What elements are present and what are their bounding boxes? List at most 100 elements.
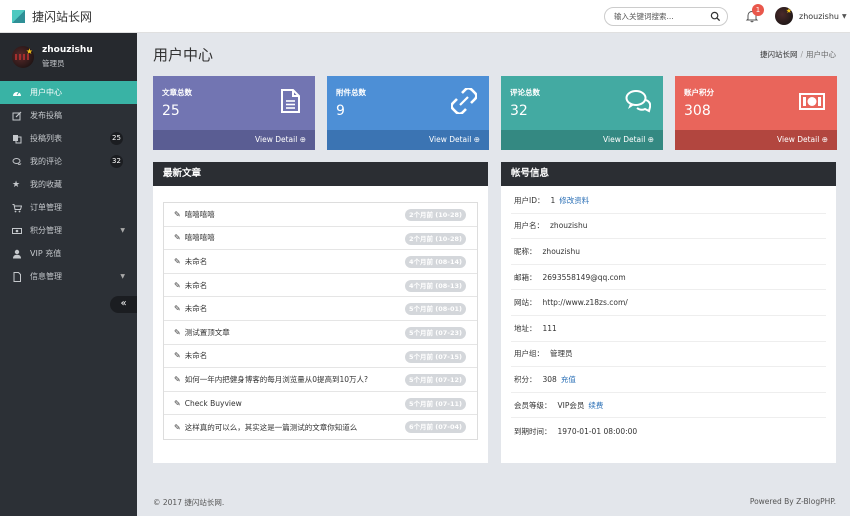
list-item[interactable]: ✎ Check Buyview 5个月前 (07-11) xyxy=(164,392,477,416)
pencil-icon: ✎ xyxy=(174,327,181,337)
article-title[interactable]: 未命名 xyxy=(185,256,208,267)
list-item[interactable]: ✎ 未命名 4个月前 (08-14) xyxy=(164,250,477,274)
view-detail-link[interactable]: View Detail ⊕ xyxy=(327,130,489,150)
info-key: 用户组： xyxy=(514,349,544,359)
list-item[interactable]: ✎ 这样真的可以么，其实这是一篇测试的文章你知道么 6个月前 (07-04) xyxy=(164,415,477,439)
caret-down-icon: ▼ xyxy=(120,227,125,234)
info-row-email: 邮箱： 2693558149@qq.com xyxy=(511,265,826,291)
file-text-icon xyxy=(281,89,300,113)
breadcrumb-separator: / xyxy=(800,50,803,59)
latest-articles-panel: 最新文章 ✎ 嘻嘻嘻嘻 2个月前 (10-28) ✎ 嘻嘻嘻嘻 2个月前 (10-28)… xyxy=(153,162,488,463)
article-date-badge: 4个月前 (08-14) xyxy=(404,256,466,269)
account-info-panel: 帐号信息 用户ID： 1 修改资料 用户名： zhouzishu 昵称： zhouzis… xyxy=(501,162,836,463)
brand[interactable]: 捷闪站长网 xyxy=(0,8,137,25)
pencil-icon: ✎ xyxy=(174,304,181,314)
comment-count-badge: 32 xyxy=(110,155,123,168)
info-value: 管理员 xyxy=(550,349,573,359)
article-date-badge: 5个月前 (07-11) xyxy=(404,397,466,410)
profile-name: zhouzishu xyxy=(42,45,93,55)
info-row-points: 积分： 308 充值 xyxy=(511,367,826,393)
list-item[interactable]: ✎ 未命名 5个月前 (08-01) xyxy=(164,297,477,321)
pencil-icon: ✎ xyxy=(174,233,181,243)
article-title[interactable]: 这样真的可以么，其实这是一篇测试的文章你知道么 xyxy=(185,422,358,433)
info-row-expiry: 到期时间： 1970-01-01 08:00:00 xyxy=(511,418,826,444)
profile-avatar xyxy=(12,46,34,68)
article-title[interactable]: 嘻嘻嘻嘻 xyxy=(185,232,215,243)
star-icon: ★ xyxy=(12,179,21,190)
recharge-link[interactable]: 充值 xyxy=(561,374,576,385)
search-box xyxy=(604,7,728,26)
article-title[interactable]: 嘻嘻嘻嘻 xyxy=(185,209,215,220)
info-key: 会员等级： xyxy=(514,400,552,410)
sidebar-item-label: 我的评论 xyxy=(30,157,62,166)
sidebar-item-submit-post[interactable]: 发布投稿 xyxy=(0,104,137,127)
info-row-member-level: 会员等级： VIP会员 续费 xyxy=(511,393,826,419)
user-menu-name: zhouzishu xyxy=(799,11,839,21)
top-navbar: 捷闪站长网 1 zhouzishu ▼ xyxy=(0,0,850,33)
edit-icon xyxy=(12,111,22,120)
view-detail-link[interactable]: View Detail ⊕ xyxy=(501,130,663,150)
panel-title: 帐号信息 xyxy=(501,162,836,186)
article-date-badge: 5个月前 (08-01) xyxy=(404,303,466,316)
pencil-icon: ✎ xyxy=(174,209,181,219)
brand-name: 捷闪站长网 xyxy=(32,9,93,24)
info-value: 308 xyxy=(542,374,557,384)
sidebar-item-label: VIP 充值 xyxy=(30,249,62,258)
sidebar-item-label: 积分管理 xyxy=(30,226,62,235)
pencil-icon: ✎ xyxy=(174,256,181,266)
article-title[interactable]: 如何一年内把健身博客的每月浏览量从0提高到10万人? xyxy=(185,374,368,385)
list-item[interactable]: ✎ 嘻嘻嘻嘻 2个月前 (10-28) xyxy=(164,203,477,227)
sidebar-item-post-list[interactable]: 投稿列表 25 xyxy=(0,127,137,150)
search-icon[interactable] xyxy=(710,11,721,22)
pencil-icon: ✎ xyxy=(174,280,181,290)
sidebar: zhouzishu 管理员 用户中心 发布投稿 投稿列表 25 我的评论 32 … xyxy=(0,33,137,516)
sidebar-item-label: 订单管理 xyxy=(30,203,62,212)
list-item[interactable]: ✎ 嘻嘻嘻嘻 2个月前 (10-28) xyxy=(164,227,477,251)
article-title[interactable]: Check Buyview xyxy=(185,399,242,408)
sidebar-item-my-comments[interactable]: 我的评论 32 xyxy=(0,150,137,173)
list-item[interactable]: ✎ 未命名 4个月前 (08-13) xyxy=(164,274,477,298)
user-icon xyxy=(13,249,21,258)
renew-link[interactable]: 续费 xyxy=(588,400,603,411)
view-detail-link[interactable]: View Detail ⊕ xyxy=(675,130,837,150)
article-title[interactable]: 未命名 xyxy=(185,350,208,361)
money-icon xyxy=(12,227,22,234)
info-key: 积分： xyxy=(514,374,537,384)
article-title[interactable]: 测试置顶文章 xyxy=(185,327,230,338)
user-menu[interactable]: zhouzishu ▼ xyxy=(775,7,847,25)
info-value: zhouzishu xyxy=(550,221,588,231)
info-row-user-id: 用户ID： 1 修改资料 xyxy=(511,188,826,214)
view-detail-link[interactable]: View Detail ⊕ xyxy=(153,130,315,150)
list-item[interactable]: ✎ 未命名 5个月前 (07-15) xyxy=(164,345,477,369)
breadcrumb: 捷闪站长网 / 用户中心 xyxy=(760,49,836,60)
article-title[interactable]: 未命名 xyxy=(185,280,208,291)
article-date-badge: 6个月前 (07-04) xyxy=(404,421,466,434)
info-row-username: 用户名： zhouzishu xyxy=(511,214,826,240)
article-date-badge: 5个月前 (07-15) xyxy=(404,350,466,363)
post-count-badge: 25 xyxy=(110,132,123,145)
sidebar-item-user-center[interactable]: 用户中心 xyxy=(0,81,137,104)
list-item[interactable]: ✎ 测试置顶文章 5个月前 (07-23) xyxy=(164,321,477,345)
search-input[interactable] xyxy=(614,12,710,21)
list-item[interactable]: ✎ 如何一年内把健身博客的每月浏览量从0提高到10万人? 5个月前 (07-12) xyxy=(164,368,477,392)
info-key: 用户ID： xyxy=(514,195,545,205)
sidebar-item-orders[interactable]: 订单管理 xyxy=(0,196,137,219)
broken-link-icon xyxy=(451,88,477,114)
panel-title: 最新文章 xyxy=(153,162,488,186)
info-row-user-group: 用户组： 管理员 xyxy=(511,342,826,368)
file-icon xyxy=(13,271,21,282)
stat-card-points: 账户积分 308 View Detail ⊕ xyxy=(675,76,837,150)
sidebar-collapse-button[interactable]: « xyxy=(110,296,137,313)
sidebar-profile: zhouzishu 管理员 xyxy=(0,33,137,81)
sidebar-item-info-management[interactable]: 信息管理 ▼ xyxy=(0,265,137,288)
sidebar-item-vip-recharge[interactable]: VIP 充值 xyxy=(0,242,137,265)
info-value: 1 xyxy=(550,195,556,205)
breadcrumb-home-link[interactable]: 捷闪站长网 xyxy=(760,50,798,59)
sidebar-item-points[interactable]: 积分管理 ▼ xyxy=(0,219,137,242)
article-title[interactable]: 未命名 xyxy=(185,303,208,314)
edit-profile-link[interactable]: 修改资料 xyxy=(559,195,589,206)
info-key: 地址： xyxy=(514,323,537,333)
stat-card-comments: 评论总数 32 View Detail ⊕ xyxy=(501,76,663,150)
sidebar-item-favorites[interactable]: ★ 我的收藏 xyxy=(0,173,137,196)
page-title: 用户中心 xyxy=(153,46,214,64)
